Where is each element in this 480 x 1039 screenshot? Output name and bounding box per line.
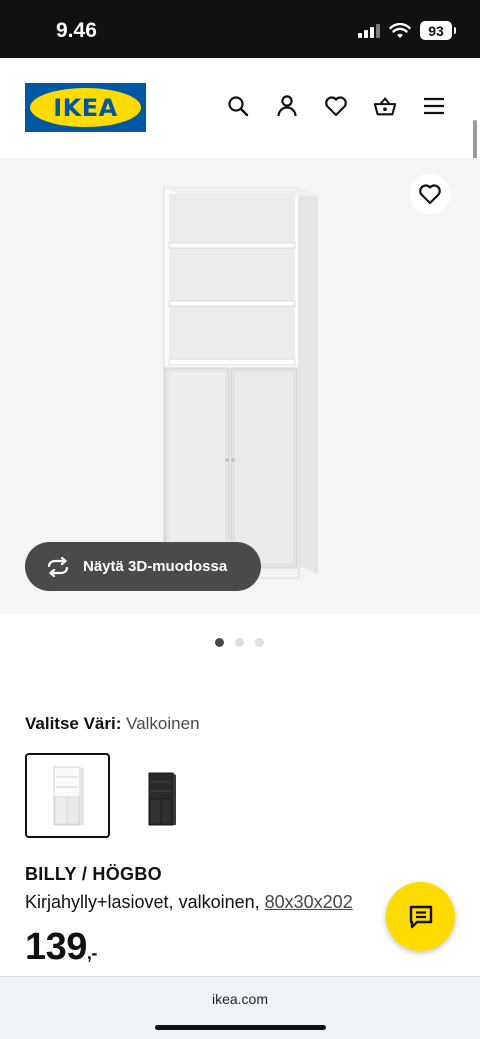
basket-icon[interactable] [373, 94, 397, 118]
header-actions [226, 94, 446, 118]
cellular-signal-icon [358, 23, 380, 38]
status-bar: 9.46 93 [0, 0, 480, 58]
gallery-dot[interactable] [235, 638, 244, 647]
site-header: IKEA [0, 58, 480, 158]
status-icons: 93 [358, 21, 456, 40]
battery-level: 93 [428, 22, 444, 39]
selected-color-value: Valkoinen [126, 714, 200, 733]
wifi-icon [389, 22, 411, 38]
white-variant-thumbnail [53, 766, 84, 825]
browser-url-bar[interactable]: ikea.com [0, 976, 480, 1039]
black-variant-thumbnail [148, 772, 176, 825]
product-image-gallery[interactable]: Näytä 3D-muodossa [0, 158, 480, 614]
battery-icon: 93 [420, 21, 456, 40]
gallery-dot[interactable] [255, 638, 264, 647]
view-in-3d-button[interactable]: Näytä 3D-muodossa [25, 542, 261, 591]
color-option-white[interactable] [25, 753, 110, 838]
product-description: Kirjahylly+lasiovet, valkoinen, 80x30x20… [25, 892, 353, 913]
add-to-favourites-button[interactable] [410, 174, 450, 214]
product-type: Kirjahylly+lasiovet, valkoinen, [25, 892, 265, 912]
url-text[interactable]: ikea.com [0, 991, 480, 1007]
status-time: 9.46 [56, 19, 97, 42]
price-decimal: ,- [86, 943, 98, 963]
color-label-key: Valitse Väri: [25, 714, 122, 733]
gallery-dot[interactable] [215, 638, 224, 647]
chat-button[interactable] [386, 882, 455, 951]
view-in-3d-label: Näytä 3D-muodossa [83, 558, 228, 575]
price-integer: 139 [25, 926, 87, 968]
product-price: 139,- [25, 926, 97, 969]
rotate-3d-icon [47, 556, 69, 577]
product-name: BILLY / HÖGBO [25, 864, 162, 884]
ikea-logo[interactable]: IKEA [25, 83, 146, 132]
heart-icon [419, 184, 441, 205]
favourites-icon[interactable] [324, 94, 348, 118]
menu-icon[interactable] [422, 94, 446, 118]
search-icon[interactable] [226, 94, 250, 118]
home-indicator[interactable] [155, 1025, 326, 1030]
logo-oval: IKEA [30, 88, 141, 127]
product-size-link[interactable]: 80x30x202 [265, 892, 353, 912]
gallery-pagination [215, 638, 264, 647]
account-icon[interactable] [275, 94, 299, 118]
color-option-black-brown[interactable] [118, 753, 203, 838]
chat-icon [409, 905, 432, 928]
logo-text: IKEA [53, 93, 118, 122]
color-selector-label: Valitse Väri: Valkoinen [25, 714, 200, 734]
